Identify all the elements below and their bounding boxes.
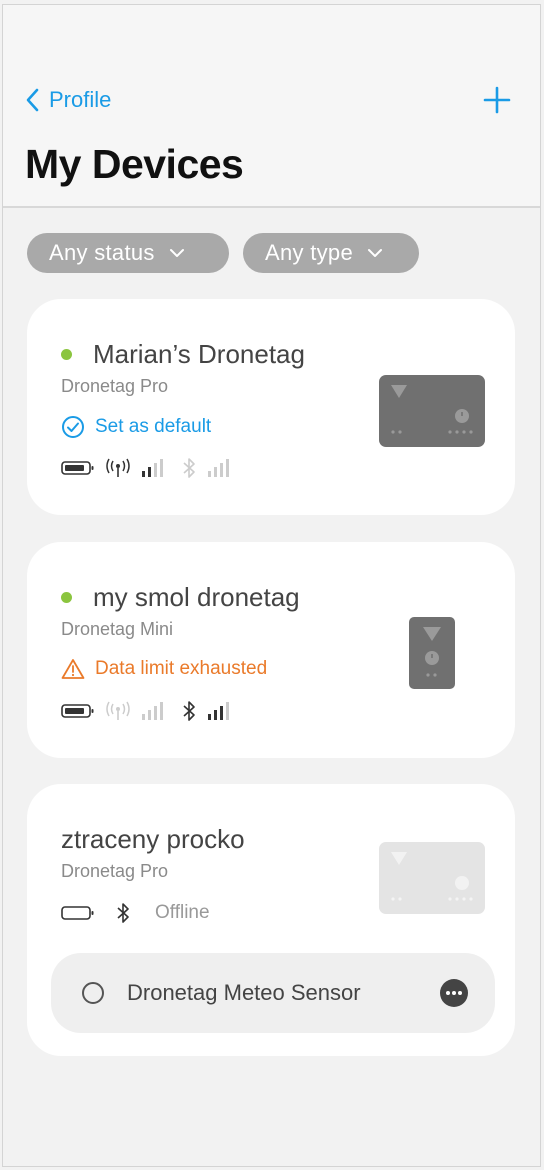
status-text: Data limit exhausted: [95, 658, 268, 679]
navigation-bar: Profile My Devices: [3, 5, 540, 208]
accessory-row[interactable]: Dronetag Meteo Sensor: [51, 953, 495, 1033]
device-model: Dronetag Pro: [61, 376, 169, 396]
chevron-down-icon: [169, 249, 184, 257]
type-filter-button[interactable]: Any type: [243, 233, 419, 273]
device-card[interactable]: ztraceny procko Dronetag Pro Offline Dro…: [27, 784, 515, 1056]
back-label: Profile: [49, 87, 112, 112]
device-name-row: my smol dronetag: [61, 582, 300, 613]
connectivity-row: [61, 700, 241, 722]
online-indicator: [61, 592, 72, 603]
battery-icon: [61, 704, 94, 718]
accessory-label: Dronetag Meteo Sensor: [127, 980, 361, 1005]
device-card[interactable]: my smol dronetag Dronetag Mini Data limi…: [27, 542, 515, 758]
status-filter-button[interactable]: Any status: [27, 233, 229, 273]
bluetooth-icon: [117, 903, 129, 923]
device-card[interactable]: Marian’s Dronetag Dronetag Pro Set as de…: [27, 299, 515, 515]
device-name: ztraceny procko: [61, 824, 245, 854]
plus-icon[interactable]: [482, 85, 512, 115]
device-name-row: Marian’s Dronetag: [61, 339, 305, 370]
signal-bars-icon: [142, 459, 163, 477]
status-filter-label: Any status: [49, 240, 155, 265]
chevron-down-icon: [368, 249, 383, 257]
dronetag-pro-device-image: [379, 375, 485, 447]
bluetooth-icon: [183, 701, 195, 721]
chevron-left-icon: [26, 88, 39, 112]
signal-bars-icon: [208, 459, 229, 477]
screen: Profile My Devices Any status Any type M…: [2, 4, 541, 1167]
signal-bars-icon: [208, 702, 229, 720]
connectivity-row: Offline: [61, 902, 220, 924]
connectivity-row: [61, 457, 241, 479]
check-circle-icon: [62, 416, 84, 438]
back-button[interactable]: Profile: [25, 85, 111, 115]
bluetooth-icon: [183, 458, 195, 478]
page-title: My Devices: [25, 141, 244, 187]
cellular-antenna-icon: [106, 701, 130, 720]
accessory-radio[interactable]: [82, 982, 104, 1004]
online-indicator: [61, 349, 72, 360]
cellular-antenna-icon: [106, 458, 130, 477]
data-limit-warning: Data limit exhausted: [61, 658, 267, 680]
status-text: Set as default: [95, 416, 212, 437]
battery-icon: [61, 906, 94, 920]
warning-triangle-icon: [61, 659, 85, 679]
set-default-link[interactable]: Set as default: [61, 415, 211, 439]
device-model: Dronetag Pro: [61, 861, 169, 881]
device-name: Marian’s Dronetag: [93, 339, 305, 369]
dronetag-mini-device-image: [409, 617, 455, 689]
signal-bars-icon: [142, 702, 163, 720]
more-icon[interactable]: [439, 978, 469, 1008]
device-model: Dronetag Mini: [61, 619, 174, 639]
battery-icon: [61, 461, 94, 475]
type-filter-label: Any type: [265, 240, 354, 265]
connection-status: Offline: [155, 902, 210, 923]
device-name: my smol dronetag: [93, 582, 300, 612]
dronetag-pro-device-image: [379, 842, 485, 914]
